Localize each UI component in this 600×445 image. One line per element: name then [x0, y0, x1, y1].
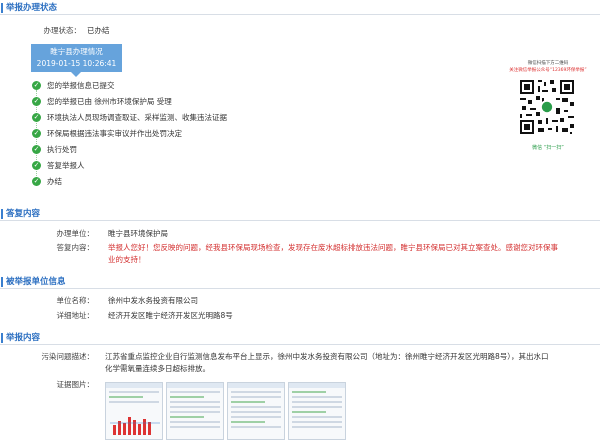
step-label: 答复举报人	[47, 161, 85, 170]
unit-label: 办理单位：	[56, 229, 95, 238]
evidence-label: 证据图片：	[56, 380, 95, 389]
step-item: ✓ 环境执法人员现场调查取证、采样监测、收集违法证据	[32, 112, 332, 128]
step-item: ✓ 您的举报信息已提交	[32, 80, 332, 96]
step-label: 办结	[47, 177, 62, 186]
state-label: 办理状态：	[43, 26, 82, 35]
qr-caption-account: 关注微信举报公众号“12369环保举报”	[509, 68, 587, 73]
stage-title: 睢宁县办理情况	[50, 47, 103, 56]
section-accent-bar	[1, 3, 3, 13]
stage-box: 睢宁县办理情况 2019-01-15 10:26:41	[31, 44, 122, 77]
step-item: ✓ 答复举报人	[32, 160, 332, 176]
desc-label: 污染问题描述：	[41, 352, 95, 361]
check-circle-icon: ✓	[32, 129, 41, 138]
report-section-header: 举报内容	[0, 332, 600, 345]
chart-preview-icon	[110, 417, 160, 435]
content-line-2: 业的支持！	[108, 255, 146, 264]
step-label: 环保局根据违法事实审议并作出处罚决定	[47, 129, 182, 138]
status-section-header: 举报办理状态	[0, 2, 600, 15]
name-label: 单位名称：	[56, 296, 95, 305]
section-accent-bar	[1, 333, 3, 343]
addr-label: 详细地址：	[56, 311, 95, 320]
step-label: 执行处罚	[47, 145, 77, 154]
progress-steps: ✓ 您的举报信息已提交 ✓ 您的举报已由 徐州市环境保护局 受理 ✓ 环境执法人员现场…	[32, 80, 332, 192]
reported-section-header: 被举报单位信息	[0, 276, 600, 289]
name-value: 徐州中发水务投资有限公司	[108, 296, 198, 305]
check-circle-icon: ✓	[32, 97, 41, 106]
qr-caption: 微信扫描下方二维码	[527, 61, 569, 66]
check-circle-icon: ✓	[32, 81, 41, 90]
evidence-thumbnail[interactable]	[166, 382, 224, 440]
section-title: 被举报单位信息	[6, 277, 66, 287]
evidence-thumbnail[interactable]	[105, 382, 163, 440]
check-circle-icon: ✓	[32, 145, 41, 154]
qr-footer: 微信 “扫一扫”	[532, 145, 564, 151]
desc-line-2: 化学需氧量连续多日超标排放。	[105, 364, 210, 373]
stage-time: 2019-01-15 10:26:41	[36, 59, 117, 68]
section-accent-bar	[1, 209, 3, 219]
step-label: 您的举报已由 徐州市环境保护局 受理	[47, 97, 172, 106]
step-item: ✓ 环保局根据违法事实审议并作出处罚决定	[32, 128, 332, 144]
section-title: 答复内容	[6, 209, 41, 219]
desc-line-1: 江苏省重点监控企业自行监测信息发布平台上显示，徐州中发水务投资有限公司（地址为：…	[105, 352, 549, 361]
qr-code-icon	[518, 78, 576, 136]
addr-value: 经济开发区睢宁经济开发区光明路8号	[108, 311, 233, 320]
qr-panel: 微信扫描下方二维码 关注微信举报公众号“12369环保举报” 微信 “扫一扫”	[506, 60, 590, 151]
step-item: ✓ 您的举报已由 徐州市环境保护局 受理	[32, 96, 332, 112]
evidence-thumbnails	[105, 382, 355, 442]
unit-value: 睢宁县环境保护局	[108, 229, 168, 238]
section-title: 举报办理状态	[6, 3, 58, 13]
evidence-thumbnail[interactable]	[227, 382, 285, 440]
check-circle-icon: ✓	[32, 177, 41, 186]
check-circle-icon: ✓	[32, 161, 41, 170]
step-item: ✓ 执行处罚	[32, 144, 332, 160]
step-item: ✓ 办结	[32, 176, 332, 192]
section-title: 举报内容	[6, 333, 41, 343]
content-line-1: 举报人您好！您反映的问题，经我县环保局现场检查，发现存在废水超标排放违法问题，睢…	[108, 243, 558, 252]
check-circle-icon: ✓	[32, 113, 41, 122]
step-label: 您的举报信息已提交	[47, 81, 115, 90]
step-label: 环境执法人员现场调查取证、采样监测、收集违法证据	[47, 113, 227, 122]
reply-section-header: 答复内容	[0, 208, 600, 221]
content-label: 答复内容：	[56, 243, 95, 252]
evidence-thumbnail[interactable]	[288, 382, 346, 440]
state-value: 已办结	[87, 26, 110, 35]
section-accent-bar	[1, 277, 3, 287]
